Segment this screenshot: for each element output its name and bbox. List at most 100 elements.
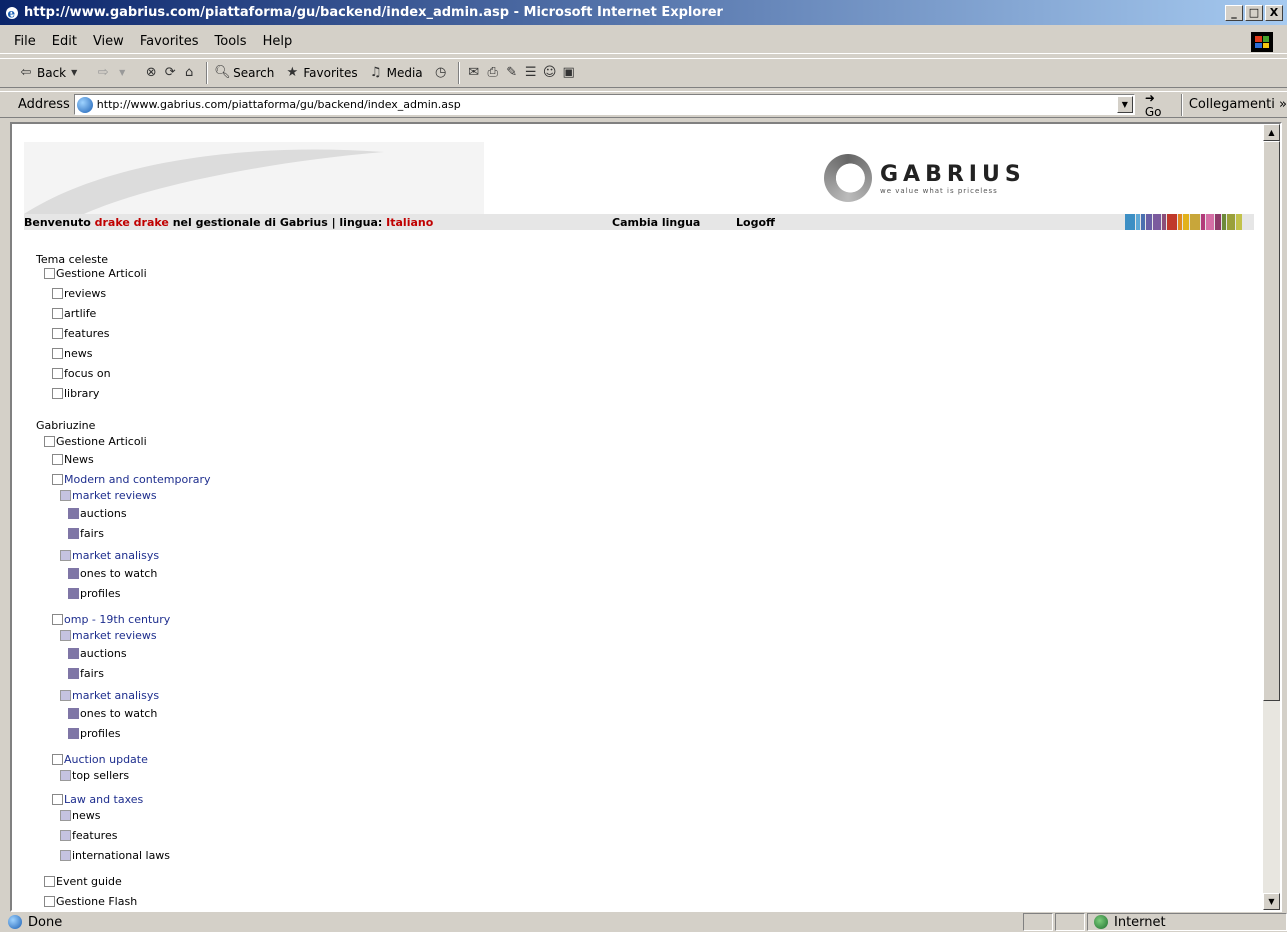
menu-favorites[interactable]: Favorites [140,34,199,49]
current-language: Italiano [386,215,434,229]
checkbox-icon [60,849,71,861]
section-label: Gabriuzine [36,418,96,432]
checkbox-icon [68,727,79,739]
tree-item[interactable]: market reviews [60,488,157,502]
tree-item[interactable]: ones to watch [68,566,157,580]
tree-item[interactable]: news [52,346,92,360]
tree-item[interactable]: auctions [68,506,127,520]
tree-item[interactable]: News [52,452,94,466]
tree-item[interactable]: Gestione Articoli [44,434,147,448]
links-button[interactable]: Collegamenti [1189,97,1275,112]
media-button[interactable]: ♫ Media [368,65,423,81]
tree-item[interactable]: fairs [68,666,104,680]
checkbox-icon [60,809,71,821]
tree-item[interactable]: market analisys [60,688,159,702]
close-button[interactable]: X [1265,4,1283,21]
tree-item[interactable]: auctions [68,646,127,660]
tree-item[interactable]: omp - 19th century [52,612,170,626]
item-label: news [72,808,101,822]
tree-item[interactable]: profiles [68,586,120,600]
tree-item[interactable]: Law and taxes [52,792,143,806]
tree-item[interactable]: focus on [52,366,111,380]
checkbox-icon [68,527,79,539]
scroll-thumb[interactable] [1263,141,1280,701]
checkbox-icon [52,387,63,399]
item-label: Gestione Articoli [56,434,147,448]
menu-tools[interactable]: Tools [215,34,247,49]
item-label: Gestione Flash [56,894,138,908]
checkbox-icon [52,793,63,805]
scroll-up-icon[interactable]: ▲ [1263,124,1280,141]
welcome-prefix: Benvenuto [24,215,95,229]
title-bar: e http://www.gabrius.com/piattaforma/gu/… [0,0,1287,25]
tree-item[interactable]: artlife [52,306,96,320]
tree-item[interactable]: library [52,386,99,400]
tree-item[interactable]: Event guide [44,874,122,888]
tree-section-gabriuzine: Gabriuzine [36,418,95,432]
media-icon: ♫ [369,65,382,80]
checkbox-icon [60,689,71,701]
color-stripes-decoration [1125,214,1242,230]
item-label: Event guide [56,874,122,888]
back-button[interactable]: ⇦ Back ▼ [18,65,85,81]
tree-item[interactable]: Modern and contemporary [52,472,211,486]
edit-icon[interactable]: ✎ [504,65,520,81]
address-input[interactable]: http://www.gabrius.com/piattaforma/gu/ba… [73,94,1135,115]
item-label: news [64,346,93,360]
ie-icon: e [6,6,18,20]
browser-viewport: GABRIUS we value what is priceless Benve… [10,122,1282,912]
media-label: Media [386,66,423,80]
tree-item[interactable]: market reviews [60,628,157,642]
home-icon[interactable]: ⌂ [181,65,197,81]
menu-view[interactable]: View [93,34,124,49]
go-button[interactable]: ➜ Go [1145,91,1175,119]
tree-item[interactable]: profiles [68,726,120,740]
vertical-scrollbar[interactable]: ▲ ▼ [1263,124,1280,910]
maximize-button[interactable]: □ [1245,4,1263,21]
links-chevron-icon[interactable]: » [1275,97,1287,112]
favorites-button[interactable]: ★ Favorites [284,65,358,81]
tree-item[interactable]: international laws [60,848,170,862]
research-icon[interactable]: ▣ [561,65,577,81]
tree-item[interactable]: fairs [68,526,104,540]
history-icon[interactable]: ◷ [433,65,449,81]
tree-item[interactable]: Gestione Flash [44,894,137,908]
zone-label: Internet [1114,914,1166,930]
logoff-link[interactable]: Logoff [736,216,775,229]
tree-item[interactable]: Gestione Articoli [44,266,147,280]
tree-item[interactable]: news [60,808,100,822]
chevron-down-icon[interactable]: ▼ [66,65,82,81]
change-language-link[interactable]: Cambia lingua [612,216,700,229]
forward-button[interactable]: ⇨ ▼ [95,65,133,81]
print-icon[interactable]: ⎙ [485,65,501,81]
status-cell [1055,913,1085,931]
tree-item[interactable]: reviews [52,286,106,300]
checkbox-icon [52,287,63,299]
tree-item[interactable]: market analisys [60,548,159,562]
menu-help[interactable]: Help [263,34,293,49]
address-dropdown-icon[interactable]: ▼ [1116,96,1133,113]
minimize-button[interactable]: _ [1225,4,1243,21]
chevron-down-icon[interactable]: ▼ [114,65,130,81]
stop-icon[interactable]: ⊗ [143,65,159,81]
toolbar-separator [206,62,209,84]
globe-icon [1094,915,1108,929]
tree-item[interactable]: top sellers [60,768,129,782]
menu-file[interactable]: File [14,34,36,49]
color-stripe [1153,214,1161,230]
gabrius-logo: GABRIUS we value what is priceless [824,142,1034,214]
checkbox-icon [68,587,79,599]
scroll-down-icon[interactable]: ▼ [1263,893,1280,910]
go-label: Go [1144,104,1162,119]
tree-item[interactable]: ones to watch [68,706,157,720]
messenger-icon[interactable]: ☺ [542,65,558,81]
menu-edit[interactable]: Edit [52,34,77,49]
tree-item[interactable]: features [60,828,117,842]
tree-item[interactable]: Auction update [52,752,148,766]
search-button[interactable]: 🔍︎ Search [214,65,274,81]
tree-item[interactable]: features [52,326,109,340]
mail-icon[interactable]: ✉ [466,65,482,81]
refresh-icon[interactable]: ⟳ [162,65,178,81]
item-label: features [72,828,118,842]
discuss-icon[interactable]: ☰ [523,65,539,81]
